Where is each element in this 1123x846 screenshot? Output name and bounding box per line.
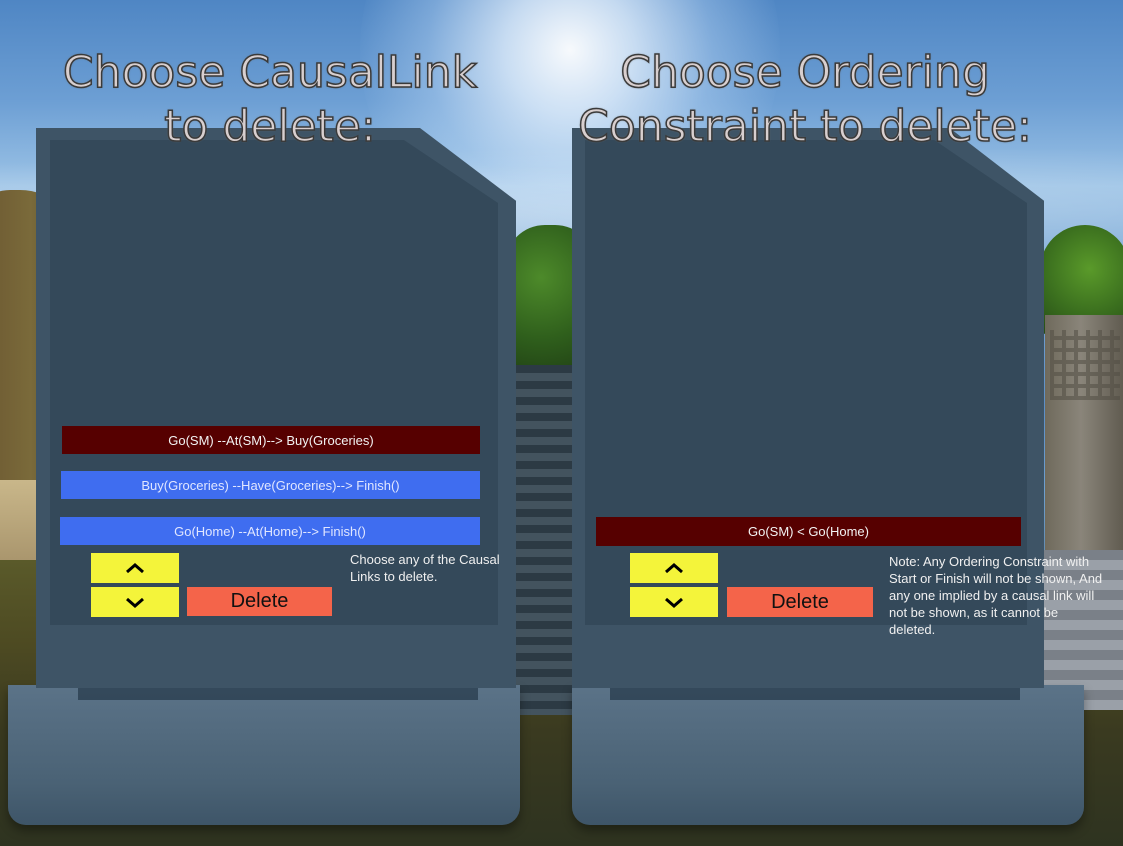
delete-ordering-constraint-button[interactable]: Delete: [727, 587, 873, 617]
title-line-2: Constraint to delete:: [577, 100, 1032, 153]
title-line-1: Choose CausalLink: [62, 46, 478, 99]
scroll-up-button[interactable]: [630, 553, 718, 583]
chevron-down-icon: [126, 597, 144, 608]
causal-link-label: Go(SM) --At(SM)--> Buy(Groceries): [168, 432, 374, 448]
chevron-down-icon: [665, 597, 683, 608]
scroll-up-button[interactable]: [91, 553, 179, 583]
ordering-constraint-label: Go(SM) < Go(Home): [748, 524, 869, 539]
delete-causal-link-button[interactable]: Delete: [187, 587, 332, 616]
delete-label: Delete: [771, 590, 829, 613]
panel-stand-left: [8, 685, 520, 825]
causal-link-hint: Choose any of the Causal Links to delete…: [350, 552, 500, 584]
panel-stand-right: [572, 685, 1084, 825]
ordering-constraint-item[interactable]: Go(SM) < Go(Home): [596, 517, 1021, 546]
causal-link-item[interactable]: Go(SM) --At(SM)--> Buy(Groceries): [62, 426, 480, 454]
causal-link-item[interactable]: Buy(Groceries) --Have(Groceries)--> Fini…: [61, 471, 480, 499]
causal-link-item[interactable]: Go(Home) --At(Home)--> Finish(): [60, 517, 480, 545]
panel-title-right: Choose Ordering Constraint to delete:: [565, 46, 1045, 154]
game-scene: Choose CausalLink to delete: Go(SM) --At…: [0, 0, 1123, 846]
title-line-1: Choose Ordering: [619, 46, 990, 99]
ordering-constraint-note: Note: Any Ordering Constraint with Start…: [889, 554, 1103, 637]
chevron-up-icon: [126, 563, 144, 574]
wall-pattern: [1050, 330, 1120, 400]
scroll-down-button[interactable]: [91, 587, 179, 617]
chevron-up-icon: [665, 563, 683, 574]
causal-link-label: Buy(Groceries) --Have(Groceries)--> Fini…: [141, 477, 400, 493]
title-line-2: to delete:: [163, 100, 376, 153]
panel-title-left: Choose CausalLink to delete:: [30, 46, 510, 154]
causal-link-label: Go(Home) --At(Home)--> Finish(): [174, 523, 366, 539]
scroll-down-button[interactable]: [630, 587, 718, 617]
delete-label: Delete: [230, 590, 289, 612]
